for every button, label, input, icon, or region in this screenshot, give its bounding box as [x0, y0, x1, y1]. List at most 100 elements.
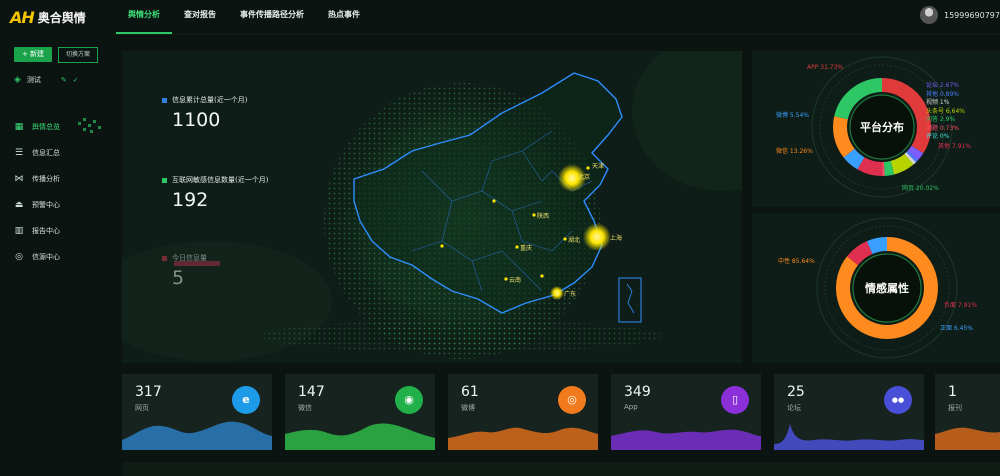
wave-chart — [448, 427, 598, 450]
scheme-icon: ◈ — [14, 75, 21, 85]
avatar[interactable] — [920, 6, 938, 24]
china-map[interactable]: 北京 天津 上海 陕西 重庆 湖北 云南 广东 — [122, 51, 742, 363]
donut-segment[interactable] — [866, 237, 888, 255]
south-sea-inset — [618, 277, 642, 323]
scheme-item[interactable]: ◈ 测试 ✎ ✓ — [14, 75, 79, 85]
card-weibo[interactable]: 61 微博 ◎ — [448, 374, 598, 450]
city-label: 陕西 — [537, 212, 549, 220]
city-label: 重庆 — [520, 244, 532, 252]
nav-tab-propagation-path[interactable]: 事件传播路径分析 — [228, 0, 316, 34]
top-bar: AH 奥合舆情 舆情分析 查对报告 事件传播路径分析 热点事件 15999690… — [0, 0, 1000, 35]
logo-mark: AH — [10, 7, 35, 27]
donut-segment[interactable] — [890, 153, 914, 175]
check-icon[interactable]: ✓ — [73, 76, 79, 84]
main-nav: 舆情分析 查对报告 事件传播路径分析 热点事件 — [116, 0, 372, 34]
card-forum[interactable]: 25 论坛 ●● — [774, 374, 924, 450]
sidebar-item-label: 信源中心 — [32, 253, 60, 261]
card-value: 147 — [298, 384, 325, 400]
city-label: 湖北 — [568, 236, 580, 244]
label-web: 网页 20.02% — [902, 185, 939, 192]
sidebar-item-alerts[interactable]: ⏏ 预警中心 — [0, 192, 112, 218]
card-value: 349 — [624, 384, 651, 400]
card-value: 61 — [461, 384, 479, 400]
user-menu[interactable]: 15999690797 — [920, 6, 1000, 24]
label-weibo: 微博 5.54% — [776, 111, 809, 119]
sidebar-item-propagation[interactable]: ⋈ 传播分析 — [0, 166, 112, 192]
label-comment: 评论 0% — [926, 132, 950, 140]
nav-tab-hot-events[interactable]: 热点事件 — [316, 0, 372, 34]
pixel-decoration — [78, 116, 108, 136]
bottom-panel-edge — [122, 462, 1000, 476]
city-label: 广东 — [564, 290, 576, 298]
label-video: 视频 1% — [926, 98, 950, 106]
sentiment-donut[interactable]: 情感属性 中性 85.64% 负面 7.91% 正面 6.45% — [752, 213, 1000, 363]
label-forum: 论坛 2.67% — [926, 81, 959, 89]
label-wechat: 微信 13.26% — [776, 147, 813, 155]
donut-segment[interactable] — [846, 241, 873, 266]
logo[interactable]: AH 奥合舆情 — [10, 7, 86, 27]
card-wechat[interactable]: 147 微信 ◉ — [285, 374, 435, 450]
donut-segment[interactable] — [906, 150, 918, 163]
label-other-a: 其他 0.89% — [926, 90, 959, 98]
label-question: 问题 0.73% — [926, 124, 959, 132]
city-glow-shanghai — [583, 223, 611, 251]
donut-segment[interactable] — [907, 145, 924, 161]
new-button[interactable]: + 新建 — [14, 47, 52, 62]
grid-icon: ▦ — [14, 122, 24, 132]
nav-tab-sentiment-analysis[interactable]: 舆情分析 — [116, 0, 172, 34]
sidebar-item-label: 舆情总览 — [32, 123, 60, 131]
map-panel: 信息累计总量(近一个月) 1100 互联网敏感信息数量(近一个月) 192 今日… — [122, 51, 742, 363]
label-toutiao: 头条号 6.64% — [926, 107, 965, 115]
wave-chart — [611, 429, 761, 450]
south-sea-islands — [626, 283, 635, 314]
scheme-name: 测试 — [26, 76, 41, 84]
user-phone[interactable]: 15999690797 — [944, 11, 1000, 20]
donut-segment[interactable] — [857, 157, 883, 176]
card-web[interactable]: 317 网页 e — [122, 374, 272, 450]
sidebar: + 新建 切换方案 ◈ 测试 ✎ ✓ ▦ 舆情总览 ☰ 信息汇总 ⋈ 传播分析 … — [0, 34, 112, 476]
label-app: APP 31.73% — [807, 64, 843, 71]
sidebar-item-label: 传播分析 — [32, 175, 60, 183]
label-positive: 正面 6.45% — [940, 325, 973, 332]
donut-segment[interactable] — [904, 152, 916, 165]
city-label: 上海 — [610, 234, 622, 242]
card-value: 317 — [135, 384, 162, 400]
wave-chart — [935, 427, 1000, 450]
platform-donut[interactable]: 平台分布 APP 31.73% 论坛 2.67% 其他 0.89% 视频 1% … — [752, 51, 1000, 207]
donut-segment[interactable] — [833, 116, 855, 158]
report-icon: ▥ — [14, 226, 24, 236]
city-label: 天津 — [592, 163, 604, 170]
nav-tab-check-report[interactable]: 查对报告 — [172, 0, 228, 34]
city-glow-guangdong — [550, 286, 564, 300]
card-newspaper[interactable]: 1 报刊 — [935, 374, 1000, 450]
label-negative: 负面 7.91% — [944, 301, 977, 309]
globe-shadow — [262, 320, 662, 352]
decor-land — [632, 51, 742, 191]
sidebar-item-label: 预警中心 — [32, 201, 60, 209]
donut-segment[interactable] — [883, 160, 895, 176]
wave-chart — [774, 424, 924, 450]
sidebar-item-reports[interactable]: ▥ 报告中心 — [0, 218, 112, 244]
label-neutral: 中性 85.64% — [778, 257, 815, 265]
sidebar-item-summary[interactable]: ☰ 信息汇总 — [0, 140, 112, 166]
alarm-icon: ⏏ — [14, 200, 24, 210]
sentiment-panel: 情感属性 中性 85.64% 负面 7.91% 正面 6.45% — [752, 213, 1000, 363]
sidebar-item-overview[interactable]: ▦ 舆情总览 — [0, 114, 112, 140]
card-app[interactable]: 349 App ▯ — [611, 374, 761, 450]
list-icon: ☰ — [14, 148, 24, 158]
label-qa: 问答 2.9% — [926, 115, 955, 123]
side-nav: ▦ 舆情总览 ☰ 信息汇总 ⋈ 传播分析 ⏏ 预警中心 ▥ 报告中心 ◎ 信源中… — [0, 114, 112, 270]
logo-name: 奥合舆情 — [37, 10, 86, 25]
sidebar-item-label: 信息汇总 — [32, 149, 60, 157]
wave-chart — [122, 421, 272, 450]
edit-icon[interactable]: ✎ — [61, 76, 67, 84]
sentiment-title: 情感属性 — [865, 281, 909, 295]
sidebar-item-sources[interactable]: ◎ 信源中心 — [0, 244, 112, 270]
card-value: 25 — [787, 384, 805, 400]
sidebar-item-label: 报告中心 — [32, 227, 60, 235]
platform-title: 平台分布 — [860, 120, 904, 134]
target-icon: ◎ — [15, 252, 23, 262]
donut-segment[interactable] — [843, 148, 865, 170]
switch-plan-button[interactable]: 切换方案 — [58, 47, 98, 63]
city-label: 北京 — [578, 173, 590, 181]
